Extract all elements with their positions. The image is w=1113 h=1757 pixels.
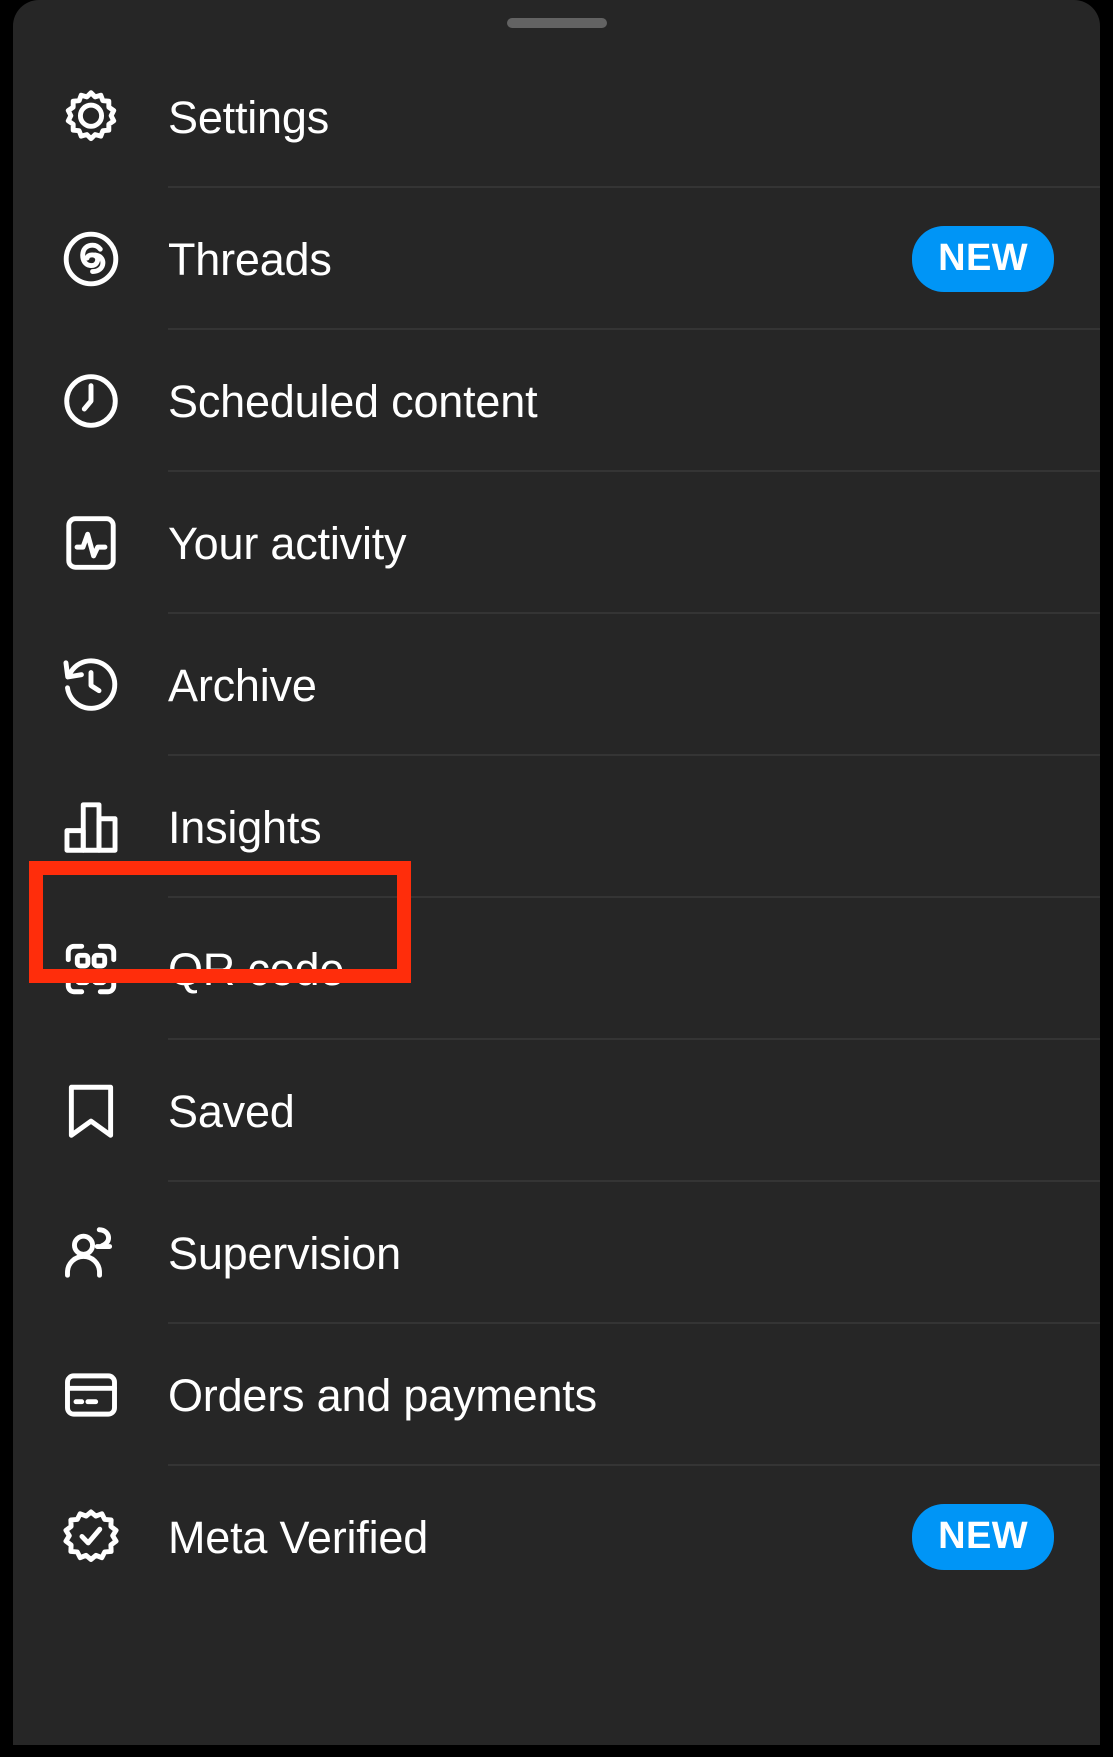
bar-chart-icon xyxy=(60,796,122,858)
menu-item-archive[interactable]: Archive xyxy=(13,614,1100,756)
threads-icon xyxy=(60,228,122,290)
menu-item-label: Supervision xyxy=(168,1227,401,1279)
people-icon xyxy=(60,1222,122,1284)
clock-icon xyxy=(60,370,122,432)
menu-list: Settings Threads NEW Scheduled content Y… xyxy=(13,46,1100,1608)
menu-bottom-sheet: Settings Threads NEW Scheduled content Y… xyxy=(13,0,1100,1745)
menu-item-label: QR code xyxy=(168,943,345,995)
menu-item-label: Threads xyxy=(168,233,332,285)
archive-icon xyxy=(60,654,122,716)
drag-handle-area[interactable] xyxy=(13,0,1100,46)
menu-item-your-activity[interactable]: Your activity xyxy=(13,472,1100,614)
card-icon xyxy=(60,1364,122,1426)
bookmark-icon xyxy=(60,1080,122,1142)
menu-item-label: Meta Verified xyxy=(168,1511,429,1563)
phone-screen: Settings Threads NEW Scheduled content Y… xyxy=(0,0,1113,1757)
drag-handle[interactable] xyxy=(506,18,607,28)
menu-item-label: Your activity xyxy=(168,517,407,569)
qr-code-icon xyxy=(60,938,122,1000)
menu-item-settings[interactable]: Settings xyxy=(13,46,1100,188)
menu-item-supervision[interactable]: Supervision xyxy=(13,1182,1100,1324)
menu-item-orders-and-payments[interactable]: Orders and payments xyxy=(13,1324,1100,1466)
menu-item-label: Saved xyxy=(168,1085,295,1137)
menu-item-insights[interactable]: Insights xyxy=(13,756,1100,898)
menu-item-scheduled-content[interactable]: Scheduled content xyxy=(13,330,1100,472)
menu-item-threads[interactable]: Threads NEW xyxy=(13,188,1100,330)
menu-item-saved[interactable]: Saved xyxy=(13,1040,1100,1182)
menu-item-qr-code[interactable]: QR code xyxy=(13,898,1100,1040)
new-badge: NEW xyxy=(912,1504,1054,1570)
menu-item-meta-verified[interactable]: Meta Verified NEW xyxy=(13,1466,1100,1608)
verified-icon xyxy=(60,1506,122,1568)
menu-item-label: Settings xyxy=(168,91,329,143)
activity-icon xyxy=(60,512,122,574)
menu-item-label: Scheduled content xyxy=(168,375,538,427)
menu-item-label: Archive xyxy=(168,659,317,711)
menu-item-label: Orders and payments xyxy=(168,1369,597,1421)
gear-icon xyxy=(60,86,122,148)
menu-item-label: Insights xyxy=(168,801,322,853)
new-badge: NEW xyxy=(912,226,1054,292)
